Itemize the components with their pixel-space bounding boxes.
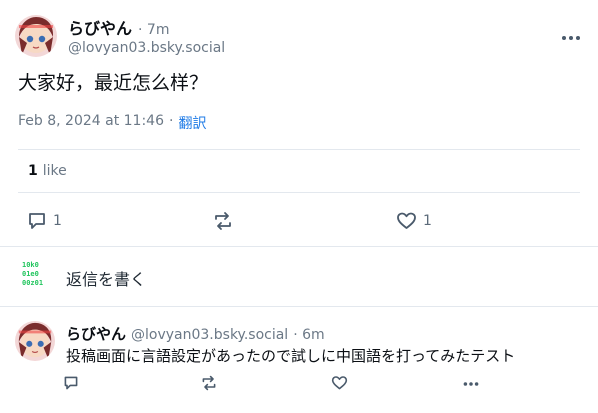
divider-full-1 (0, 246, 598, 247)
more-options-button[interactable] (560, 28, 582, 40)
composer-avatar-line-1: 10k0 (22, 261, 39, 269)
reply-age: · 6m (293, 327, 325, 343)
translate-link[interactable]: 翻訳 (178, 113, 206, 133)
reply-repost-button[interactable] (200, 375, 218, 391)
reply-handle[interactable]: @lovyan03.bsky.social (131, 327, 288, 343)
divider-full-2 (0, 306, 598, 307)
author-display-name[interactable]: らびやん (68, 15, 132, 39)
like-word: like (42, 163, 67, 179)
reply-author-line: らびやん @lovyan03.bsky.social · 6m (66, 323, 325, 344)
divider-top-likes (18, 149, 580, 150)
post-meta: Feb 8, 2024 at 11:46 · 翻訳 (18, 113, 206, 133)
reply-like-button[interactable] (331, 375, 348, 391)
reply-composer-input[interactable]: 返信を書く (66, 266, 146, 290)
reply-bubble-icon (64, 376, 78, 390)
like-button[interactable]: 1 (396, 211, 432, 231)
reply-reply-button[interactable] (63, 375, 79, 391)
reply-button[interactable]: 1 (27, 211, 62, 231)
heart-icon (397, 212, 416, 229)
reply-bubble-icon (29, 213, 45, 229)
post-timestamp: Feb 8, 2024 at 11:46 (18, 113, 164, 129)
author-handle[interactable]: @lovyan03.bsky.social (68, 40, 225, 56)
repost-icon (215, 212, 231, 230)
meta-separator: · (169, 113, 174, 129)
heart-icon (331, 376, 348, 390)
reply-text: 投稿画面に言語設定があったので試しに中国語を打ってみたテスト (66, 347, 516, 365)
author-line: らびやん · 7m (68, 15, 169, 39)
ellipsis-icon (562, 36, 580, 40)
post-text: 大家好，最近怎么样？ (18, 72, 209, 94)
anime-avatar-icon (15, 321, 55, 361)
repost-icon (202, 375, 216, 391)
reply-author-avatar[interactable] (15, 321, 55, 361)
divider-bottom-likes (18, 192, 580, 193)
composer-avatar-line-2: 01e0 (22, 270, 39, 278)
likes-summary[interactable]: 1 like (28, 163, 67, 179)
anime-avatar-icon (15, 15, 57, 57)
like-count: 1 (28, 163, 38, 179)
post-age: · 7m (138, 22, 170, 38)
likes-action-count: 1 (423, 213, 432, 229)
repost-button[interactable] (212, 211, 234, 231)
composer-avatar-line-3: 00z01 (22, 279, 44, 287)
reply-more-options-button[interactable] (462, 380, 480, 388)
reply-display-name[interactable]: らびやん (66, 323, 126, 344)
reply-count: 1 (53, 213, 62, 229)
ellipsis-icon (463, 382, 479, 386)
composer-avatar: 10k0 01e0 00z01 (22, 261, 50, 289)
author-avatar[interactable] (15, 15, 57, 57)
